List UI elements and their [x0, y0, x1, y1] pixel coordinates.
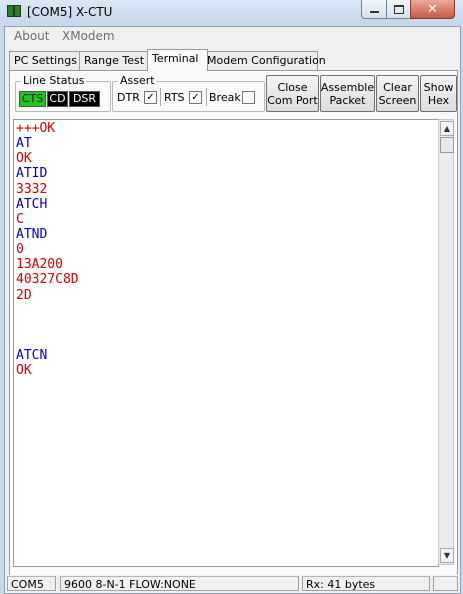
break-checkbox[interactable] [242, 91, 255, 104]
break-label: Break [209, 91, 241, 104]
cts-indicator: CTS [19, 91, 46, 107]
minimize-icon [370, 11, 379, 13]
cd-indicator: CD [47, 91, 68, 107]
separator [160, 88, 161, 106]
clear-screen-button[interactable]: Clear Screen [376, 75, 419, 112]
scroll-down-icon[interactable]: ▼ [440, 548, 454, 563]
terminal-panel: Line Status CTS CD DSR Assert DTR ✓ RTS … [9, 70, 458, 576]
line-status-group: Line Status CTS CD DSR [15, 74, 111, 112]
maximize-button[interactable] [386, 0, 412, 19]
tab-terminal[interactable]: Terminal [147, 49, 208, 71]
rts-checkbox[interactable]: ✓ [189, 91, 202, 104]
tab-range-test[interactable]: Range Test [79, 51, 149, 70]
terminal-line: 0 [16, 242, 24, 258]
xctu-app-icon [7, 4, 21, 18]
terminal-line: 2D [16, 287, 32, 303]
terminal-line: 3332 [16, 181, 48, 197]
terminal-line: 40327C8D [16, 272, 79, 288]
terminal-line: ATCH [16, 196, 48, 212]
title-bar: [COM5] X-CTU ✕ [0, 0, 463, 24]
separator [206, 88, 207, 106]
vertical-scrollbar[interactable]: ▲ ▼ [438, 119, 454, 565]
close-com-port-button[interactable]: Close Com Port [266, 75, 319, 112]
maximize-icon [394, 4, 404, 14]
assemble-packet-button[interactable]: Assemble Packet [320, 75, 375, 112]
terminal-line: OK [16, 363, 32, 379]
terminal-line: ATCN [16, 348, 48, 364]
status-bar: COM5 9600 8-N-1 FLOW:NONE Rx: 41 bytes [5, 575, 460, 593]
dtr-label: DTR [117, 91, 140, 104]
rts-label: RTS [164, 91, 185, 104]
status-extra [433, 576, 458, 591]
show-hex-button[interactable]: Show Hex [420, 75, 457, 112]
status-rx-count: Rx: 41 bytes [302, 576, 430, 591]
scroll-thumb[interactable] [440, 137, 454, 153]
terminal-line: C [16, 211, 24, 227]
menu-bar: About XModem [5, 27, 460, 45]
minimize-button[interactable] [361, 0, 388, 19]
terminal-line: ATND [16, 226, 48, 242]
terminal-line: +++OK [16, 121, 56, 136]
scroll-up-icon[interactable]: ▲ [440, 121, 454, 136]
dtr-checkbox[interactable]: ✓ [144, 91, 157, 104]
terminal-output[interactable]: +++OK AT OK ATID 3332 ATCH C ATND 0 13A200 40327C8… [13, 119, 439, 567]
terminal-line: AT [16, 136, 32, 152]
terminal-line: ATID [16, 166, 48, 182]
assert-group: Assert DTR ✓ RTS ✓ Break [112, 74, 265, 112]
menu-xmodem[interactable]: XModem [62, 29, 115, 43]
status-port: COM5 [7, 576, 56, 591]
main-window: About XModem PC Settings Range Test Term… [4, 26, 461, 594]
assert-label: Assert [118, 74, 157, 87]
tab-modem-configuration[interactable]: Modem Configuration [202, 51, 326, 70]
window-title: [COM5] X-CTU [27, 5, 113, 19]
status-settings: 9600 8-N-1 FLOW:NONE [60, 576, 299, 591]
close-window-button[interactable]: ✕ [410, 0, 455, 19]
dsr-indicator: DSR [69, 91, 100, 107]
terminal-line: OK [16, 151, 32, 167]
menu-about[interactable]: About [14, 29, 49, 43]
terminal-lines: +++OK AT OK ATID 3332 ATCH C ATND 0 13A200 40327C8… [16, 121, 79, 378]
line-status-label: Line Status [21, 74, 87, 87]
terminal-line: 13A200 [16, 257, 63, 273]
close-icon: ✕ [427, 1, 438, 17]
tab-pc-settings[interactable]: PC Settings [9, 51, 80, 70]
